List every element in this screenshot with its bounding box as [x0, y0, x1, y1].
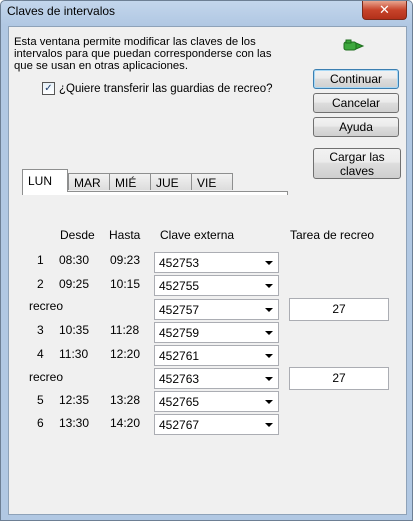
title-bar[interactable]: Claves de intervalos ✕: [1, 1, 412, 23]
continue-button[interactable]: Continuar: [313, 69, 399, 89]
chevron-down-icon[interactable]: [265, 423, 273, 427]
clave-externa-select[interactable]: 452753: [154, 252, 279, 273]
cancel-button[interactable]: Cancelar: [313, 93, 399, 113]
row-recreo-label: recreo: [29, 299, 64, 313]
green-link-icon: [343, 39, 365, 51]
tab-lun[interactable]: LUN: [22, 169, 68, 192]
tab-mie[interactable]: MIÉ: [109, 173, 151, 190]
row-recreo-label: recreo: [29, 370, 64, 384]
tarea-recreo-field[interactable]: 27: [289, 367, 389, 390]
clave-externa-select[interactable]: 452765: [154, 391, 279, 412]
clave-externa-select[interactable]: 452759: [154, 322, 279, 343]
header-tarea-recreo: Tarea de recreo: [290, 228, 375, 242]
chevron-down-icon[interactable]: [265, 377, 273, 381]
dialog-client-area: Esta ventana permite modificar las clave…: [8, 26, 407, 515]
chevron-down-icon[interactable]: [265, 354, 273, 358]
clave-externa-select[interactable]: 452763: [154, 368, 279, 389]
chevron-down-icon[interactable]: [265, 261, 273, 265]
description-text: Esta ventana permite modificar las clave…: [14, 36, 272, 72]
clave-externa-value: 452761: [159, 349, 200, 363]
load-keys-button[interactable]: Cargar las claves: [313, 148, 401, 179]
clave-externa-select[interactable]: 452767: [154, 414, 279, 435]
chevron-down-icon[interactable]: [265, 331, 273, 335]
row-number: 5: [37, 393, 44, 407]
dialog-window: Claves de intervalos ✕ Esta ventana perm…: [0, 0, 413, 521]
window-title: Claves de intervalos: [7, 4, 116, 18]
transfer-guards-row[interactable]: ✓ ¿Quiere transferir las guardias de rec…: [42, 82, 273, 95]
row-hasta: 11:28: [110, 323, 140, 337]
clave-externa-value: 452753: [159, 256, 200, 270]
close-button[interactable]: ✕: [362, 1, 407, 20]
clave-externa-value: 452767: [159, 418, 200, 432]
help-button[interactable]: Ayuda: [313, 117, 399, 137]
clave-externa-select[interactable]: 452757: [154, 299, 279, 320]
row-hasta: 09:23: [110, 253, 141, 267]
day-tabs: LUN MAR MIÉ JUE VIE: [22, 169, 287, 195]
clave-externa-value: 452763: [159, 372, 200, 386]
clave-externa-select[interactable]: 452761: [154, 345, 279, 366]
tab-mar[interactable]: MAR: [68, 173, 110, 190]
tab-vie[interactable]: VIE: [191, 173, 233, 190]
transfer-guards-checkbox[interactable]: ✓: [42, 82, 55, 95]
row-number: 3: [37, 323, 44, 337]
row-number: 1: [37, 253, 44, 267]
chevron-down-icon[interactable]: [265, 284, 273, 288]
row-desde: 12:35: [59, 393, 90, 407]
chevron-down-icon[interactable]: [265, 400, 273, 404]
header-hasta: Hasta: [109, 228, 141, 242]
tarea-recreo-field[interactable]: 27: [289, 298, 389, 321]
row-desde: 09:25: [59, 277, 90, 291]
clave-externa-value: 452757: [159, 303, 200, 317]
row-hasta: 12:20: [110, 347, 141, 361]
row-number: 2: [37, 277, 44, 291]
transfer-guards-label: ¿Quiere transferir las guardias de recre…: [59, 82, 273, 95]
row-desde: 13:30: [59, 416, 90, 430]
header-desde: Desde: [60, 228, 95, 242]
row-desde: 11:30: [59, 347, 89, 361]
clave-externa-value: 452765: [159, 395, 200, 409]
clave-externa-value: 452755: [159, 279, 200, 293]
row-number: 4: [37, 347, 44, 361]
clave-externa-value: 452759: [159, 326, 200, 340]
clave-externa-select[interactable]: 452755: [154, 275, 279, 296]
row-desde: 08:30: [59, 253, 90, 267]
row-hasta: 14:20: [110, 416, 141, 430]
row-number: 6: [37, 416, 44, 430]
chevron-down-icon[interactable]: [265, 308, 273, 312]
header-clave-externa: Clave externa: [160, 228, 235, 242]
row-hasta: 10:15: [110, 277, 141, 291]
row-hasta: 13:28: [110, 393, 141, 407]
row-desde: 10:35: [59, 323, 90, 337]
close-icon: ✕: [379, 2, 390, 18]
tab-jue[interactable]: JUE: [150, 173, 192, 190]
